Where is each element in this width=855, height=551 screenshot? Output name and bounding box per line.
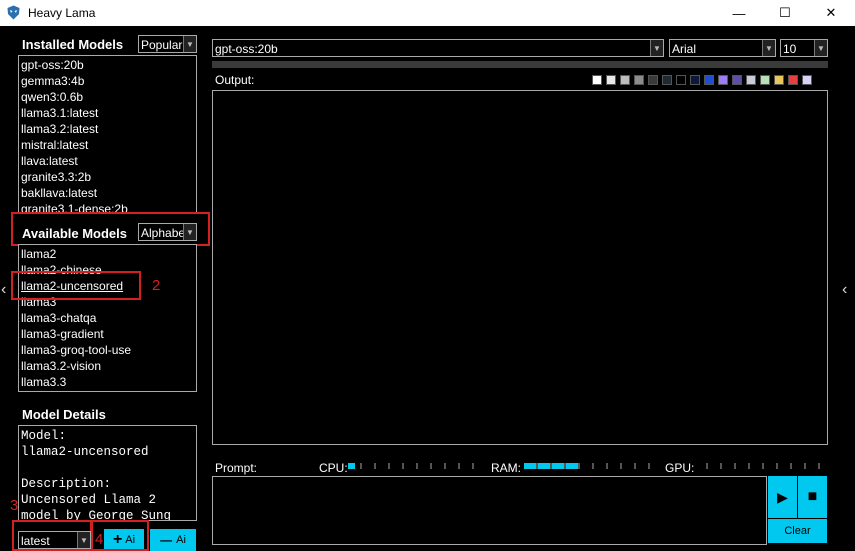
color-swatch[interactable] [732, 75, 742, 85]
annotation-number-3: 3 [10, 497, 19, 514]
model-details-heading: Model Details [22, 407, 106, 422]
stop-button[interactable]: ■ [798, 476, 827, 518]
chevron-down-icon[interactable]: ▼ [183, 224, 196, 240]
color-swatch[interactable] [802, 75, 812, 85]
font-select-value: Arial [672, 42, 697, 56]
installed-model-item[interactable]: gpt-oss:20b [19, 57, 196, 73]
tag-select[interactable]: latest ▼ [18, 531, 91, 549]
color-swatch[interactable] [788, 75, 798, 85]
installed-model-item[interactable]: gemma3:4b [19, 73, 196, 89]
play-icon: ▶ [777, 488, 788, 505]
color-swatch[interactable] [676, 75, 686, 85]
minimize-icon: — [732, 5, 746, 21]
gpu-meter [694, 463, 828, 469]
installed-model-item[interactable]: qwen3:0.6b [19, 89, 196, 105]
remove-model-button[interactable]: — Ai [150, 529, 196, 551]
minimize-button[interactable]: — [716, 0, 762, 26]
color-swatch[interactable] [718, 75, 728, 85]
color-swatch[interactable] [746, 75, 756, 85]
model-details-box: Model: llama2-uncensored Description: Uncen… [18, 425, 197, 521]
output-label: Output: [215, 73, 255, 87]
chevron-down-icon[interactable]: ▼ [77, 532, 90, 548]
run-button[interactable]: ▶ [768, 476, 797, 518]
maximize-icon: ☐ [779, 5, 791, 20]
available-model-item[interactable]: llama3-chatqa [19, 310, 196, 326]
installed-model-item[interactable]: llama3.2:latest [19, 121, 196, 137]
chevron-down-icon[interactable]: ▼ [183, 36, 196, 52]
available-sort-value: Alphabe [141, 226, 186, 240]
chevron-down-icon[interactable]: ▼ [762, 40, 775, 56]
installed-model-item[interactable]: llama3.1:latest [19, 105, 196, 121]
ram-meter [524, 463, 652, 469]
heavy-lama-logo-icon [7, 5, 20, 20]
prompt-label: Prompt: [215, 461, 258, 475]
color-swatch[interactable] [662, 75, 672, 85]
gpu-label: GPU: [665, 461, 695, 475]
installed-sort-select[interactable]: Popular ▼ [138, 35, 197, 53]
available-model-item[interactable]: llama3-groq-tool-use [19, 342, 196, 358]
model-select[interactable]: gpt-oss:20b ▼ [212, 39, 664, 57]
installed-model-item[interactable]: granite3.3:2b [19, 169, 196, 185]
color-swatch[interactable] [606, 75, 616, 85]
font-size-select[interactable]: 10 ▼ [780, 39, 828, 57]
installed-model-item[interactable]: llava:latest [19, 153, 196, 169]
model-details-line [21, 460, 196, 476]
stop-icon: ■ [807, 488, 818, 505]
clear-button[interactable]: Clear [768, 519, 827, 543]
color-swatch[interactable] [634, 75, 644, 85]
color-swatch[interactable] [648, 75, 658, 85]
remove-model-label: Ai [176, 534, 186, 546]
prompt-input[interactable] [212, 476, 767, 545]
model-details-line: llama2-uncensored [21, 445, 149, 459]
model-select-value: gpt-oss:20b [215, 42, 278, 56]
color-swatch[interactable] [690, 75, 700, 85]
available-model-item[interactable]: llama3-gradient [19, 326, 196, 342]
title-bar: Heavy Lama — ☐ ✕ [0, 0, 855, 26]
clear-label: Clear [784, 525, 811, 537]
available-model-item[interactable]: llama2 [19, 246, 196, 262]
color-swatch[interactable] [760, 75, 770, 85]
model-details-line: Description: [21, 477, 112, 491]
maximize-button[interactable]: ☐ [762, 0, 808, 26]
progress-bar [212, 61, 828, 68]
minus-icon: — [160, 533, 173, 547]
color-swatch[interactable] [704, 75, 714, 85]
available-models-heading: Available Models [22, 226, 127, 241]
close-button[interactable]: ✕ [808, 0, 854, 26]
window-title: Heavy Lama [28, 6, 96, 20]
installed-models-heading: Installed Models [22, 37, 124, 52]
close-icon: ✕ [825, 5, 837, 20]
model-details-line: Uncensored Llama 2 [21, 493, 157, 507]
installed-sort-value: Popular [141, 38, 183, 52]
installed-models-list[interactable]: gpt-oss:20b gemma3:4b qwen3:0.6b llama3.1:l… [18, 55, 197, 213]
ram-label: RAM: [491, 461, 521, 475]
available-models-list[interactable]: llama2 llama2-chinese llama2-uncensored lla… [18, 244, 197, 392]
color-swatch[interactable] [774, 75, 784, 85]
chevron-down-icon[interactable]: ▼ [650, 40, 663, 56]
model-details-line: Model: [21, 429, 67, 443]
annotation-box-2 [11, 271, 141, 300]
available-model-item[interactable]: llama3.3 [19, 374, 196, 390]
color-swatch[interactable] [592, 75, 602, 85]
font-select[interactable]: Arial ▼ [669, 39, 776, 57]
output-area[interactable] [212, 90, 828, 445]
annotation-box-4 [91, 520, 149, 551]
available-sort-select[interactable]: Alphabe ▼ [138, 223, 197, 241]
color-swatch[interactable] [620, 75, 630, 85]
collapse-left-icon[interactable]: ‹ [1, 281, 6, 299]
collapse-right-icon[interactable]: ‹ [842, 281, 847, 299]
installed-model-item[interactable]: mistral:latest [19, 137, 196, 153]
annotation-number-2: 2 [152, 277, 161, 294]
installed-model-item[interactable]: bakllava:latest [19, 185, 196, 201]
font-size-value: 10 [783, 42, 797, 56]
tag-value: latest [21, 534, 50, 548]
cpu-meter [348, 463, 484, 469]
available-model-item[interactable]: llama3.2-vision [19, 358, 196, 374]
cpu-label: CPU: [319, 461, 348, 475]
chevron-down-icon[interactable]: ▼ [814, 40, 827, 56]
